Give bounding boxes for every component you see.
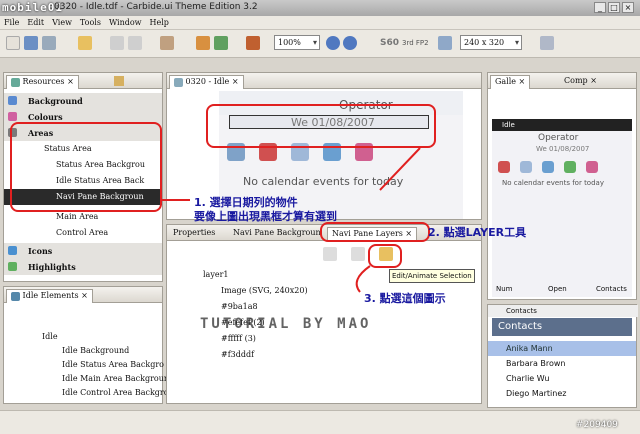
arrow-1b bbox=[379, 147, 421, 191]
annotation-arrows bbox=[162, 147, 430, 293]
arrow-3 bbox=[355, 265, 371, 293]
